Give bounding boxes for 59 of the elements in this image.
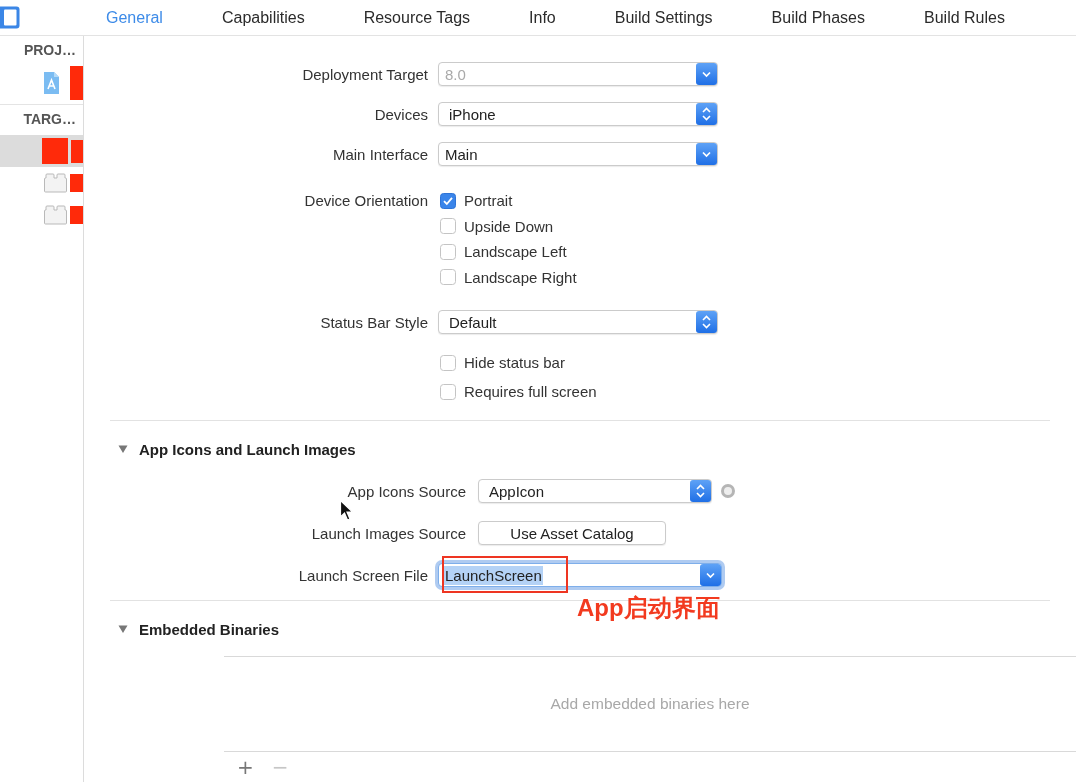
checkbox-label: Landscape Left <box>464 243 567 261</box>
disclosure-triangle-icon[interactable] <box>118 624 128 634</box>
tab[interactable]: Build Phases <box>771 7 865 28</box>
combo-box[interactable]: LaunchScreen <box>438 563 722 587</box>
checkbox-label: Upside Down <box>464 217 554 235</box>
checkbox[interactable] <box>440 243 456 260</box>
field-label: Device Orientation <box>304 192 428 210</box>
tab[interactable]: General <box>106 7 163 28</box>
combo-box[interactable]: Main <box>438 142 718 166</box>
up-down-arrows-icon <box>690 480 711 502</box>
checkbox-label: Portrait <box>464 192 513 210</box>
section-title: App Icons and Launch Images <box>139 440 356 458</box>
document-icon <box>43 71 60 95</box>
checkbox[interactable] <box>440 218 456 235</box>
annotation-text: App启动界面 <box>577 595 720 621</box>
field-label: Deployment Target <box>302 65 428 83</box>
redaction-block <box>42 138 68 164</box>
chevron-down-icon <box>696 63 717 85</box>
up-down-arrows-icon <box>696 311 717 333</box>
redaction-block <box>70 206 83 224</box>
section-title: Embedded Binaries <box>139 620 280 638</box>
mouse-pointer-icon <box>339 499 354 522</box>
popup-button[interactable]: Default <box>438 310 718 334</box>
brick-icon <box>43 173 68 193</box>
popup-button[interactable]: AppIcon <box>478 479 712 503</box>
field-label: Launch Images Source <box>311 524 466 542</box>
brick-icon <box>43 205 68 225</box>
chevron-down-icon <box>700 564 721 586</box>
tab[interactable]: Resource Tags <box>363 7 471 28</box>
checkbox[interactable] <box>440 383 456 400</box>
checkbox[interactable] <box>440 354 456 371</box>
checkbox-label: Requires full screen <box>464 383 597 400</box>
popup-button[interactable]: iPhone <box>438 102 718 126</box>
tab[interactable]: Build Settings <box>614 7 713 28</box>
field-label: App Icons Source <box>347 482 466 500</box>
redaction-block <box>71 139 83 163</box>
up-down-arrows-icon <box>696 103 717 125</box>
field-label: Main Interface <box>332 145 428 163</box>
redaction-block <box>70 66 83 100</box>
checkbox-label: Hide status bar <box>464 354 565 371</box>
add-button[interactable]: + <box>237 756 254 778</box>
chevron-down-icon <box>696 143 717 165</box>
tab[interactable]: Info <box>529 7 556 28</box>
ring-icon[interactable] <box>721 484 735 498</box>
disclosure-triangle-icon[interactable] <box>118 444 128 454</box>
sidebar-group-header: PROJ… <box>23 41 76 60</box>
asset-catalog-button[interactable]: Use Asset Catalog <box>478 521 666 545</box>
tab[interactable]: Capabilities <box>221 7 305 28</box>
tab[interactable]: Build Rules <box>924 7 1005 28</box>
field-label: Devices <box>374 105 428 123</box>
sidebar-toggle-icon[interactable] <box>0 6 20 29</box>
field-label: Status Bar Style <box>320 313 428 331</box>
redaction-block <box>70 174 83 192</box>
checkbox[interactable] <box>440 269 456 286</box>
sidebar-group-header: TARG… <box>23 110 76 129</box>
checkbox[interactable] <box>440 192 456 209</box>
checkbox-label: Landscape Right <box>464 268 577 286</box>
field-label: Launch Screen File <box>298 566 428 584</box>
sidebar-item[interactable] <box>0 135 83 167</box>
